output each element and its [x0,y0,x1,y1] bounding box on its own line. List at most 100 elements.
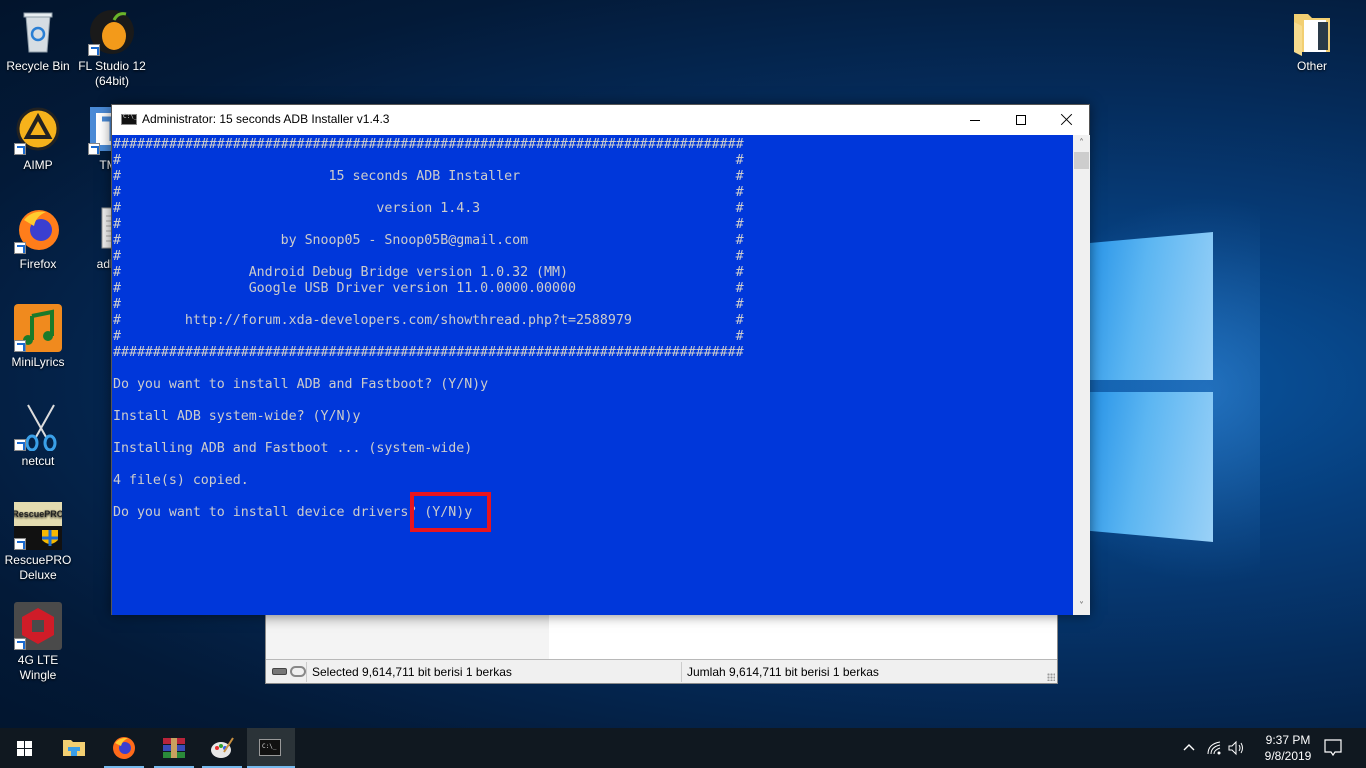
minimize-button[interactable] [952,105,998,135]
title-bar[interactable]: Administrator: 15 seconds ADB Installer … [112,105,1089,135]
navigation-pane[interactable] [266,611,549,661]
firefox-icon [14,206,62,254]
command-prompt-icon[interactable] [121,113,137,125]
minilyrics-icon [14,304,62,352]
console-line: 4 file(s) copied. [113,473,249,488]
console-line: # version 1.4.3 # [113,201,744,216]
desktop-icon-label: Firefox [19,257,57,271]
maximize-button[interactable] [998,105,1044,135]
taskbar-file-explorer[interactable] [50,728,98,768]
windows-logo-icon [17,741,33,756]
recycle-bin-icon [14,8,62,56]
console-text: ########################################… [113,137,744,521]
console-line: # http://forum.xda-developers.com/showth… [113,313,744,328]
file-explorer-window[interactable]: Selected 9,614,711 bit berisi 1 berkas J… [265,610,1058,684]
scroll-thumb[interactable] [1074,152,1089,169]
close-icon [1061,113,1073,125]
svg-text:RescuePRO: RescuePRO [14,509,62,519]
rescuepro-icon: RescuePRO [12,502,64,550]
highlight-annotation [410,492,491,532]
desktop-icon-label: AIMP [23,158,53,172]
aimp-icon [14,107,62,155]
console-output[interactable]: ########################################… [112,135,1073,615]
console-line: ########################################… [113,345,744,360]
console-line: ########################################… [113,137,744,152]
desktop-icon-firefox[interactable]: Firefox [0,206,76,272]
console-line: # by Snoop05 - Snoop05B@gmail.com # [113,233,744,248]
action-center-button[interactable] [1318,728,1348,768]
file-explorer-icon [63,740,85,756]
console-line: # 15 seconds ADB Installer # [113,169,744,184]
desktop-icon-fl-studio[interactable]: FL Studio 12 (64bit) [74,8,150,89]
console-line: # # [113,297,744,312]
desktop-icon-rescuepro[interactable]: RescuePRO RescuePRO Deluxe [0,502,76,583]
console-line: # # [113,249,744,264]
key-icon [290,666,306,677]
status-icons [272,666,308,678]
minimize-icon [970,120,980,121]
desktop-icon-label: RescuePRO Deluxe [4,553,72,582]
console-line: # # [113,217,744,232]
desktop-icon-minilyrics[interactable]: MiniLyrics [0,304,76,370]
firefox-icon [113,737,135,759]
volume-button[interactable] [1226,728,1248,768]
clock-time: 9:37 PM [1265,733,1311,747]
taskbar-command-prompt[interactable]: C:\_ [247,728,295,768]
speaker-icon [1228,740,1243,756]
vertical-scrollbar[interactable]: ˄ ˅ [1073,135,1090,615]
maximize-icon [1016,115,1026,125]
desktop-icon-label: netcut [21,454,55,468]
svg-text:C:\_: C:\_ [262,743,277,750]
scroll-up-button[interactable]: ˄ [1073,135,1090,152]
status-total: Jumlah 9,614,711 bit berisi 1 berkas [687,665,879,679]
desktop-icon-aimp[interactable]: AIMP [0,107,76,173]
clock[interactable]: 9:37 PM 9/8/2019 [1258,732,1318,764]
status-separator [681,662,682,682]
shortcut-arrow-icon [14,638,26,650]
console-line: # # [113,185,744,200]
wifi-icon [1207,741,1221,755]
resize-grip[interactable] [1047,673,1055,681]
console-window[interactable]: Administrator: 15 seconds ADB Installer … [111,104,1090,615]
desktop-icon-label: Other [1296,59,1327,73]
wallpaper-logo-pane-bottom [1080,392,1213,542]
chevron-up-icon [1183,744,1195,751]
desktop-icon-4g-lte-wingle[interactable]: 4G LTE Wingle [0,602,76,683]
network-button[interactable] [1204,728,1224,768]
taskbar-firefox[interactable] [100,728,148,768]
fl-studio-icon [88,8,136,56]
start-button[interactable] [0,728,48,768]
shortcut-arrow-icon [14,143,26,155]
desktop-icon-netcut[interactable]: netcut [0,403,76,469]
console-line: Installing ADB and Fastboot ... (system-… [113,441,473,456]
desktop-icon-other[interactable]: Other [1274,8,1350,74]
console-line: # # [113,329,744,344]
shortcut-arrow-icon [88,44,100,56]
folder-icon [1288,8,1336,56]
taskbar-winrar[interactable] [150,728,198,768]
wingle-icon [14,602,62,650]
taskbar-paint[interactable] [198,728,246,768]
scroll-down-button[interactable]: ˅ [1073,598,1090,615]
desktop-icon-label: FL Studio 12 (64bit) [78,59,146,88]
wallpaper-logo-pane-top [1080,232,1213,380]
shortcut-arrow-icon [88,143,100,155]
paint-palette-icon [211,737,234,758]
desktop-icon-recycle-bin[interactable]: Recycle Bin [0,8,76,74]
shortcut-arrow-icon [14,242,26,254]
shortcut-arrow-icon [14,439,26,451]
console-line: Install ADB system-wide? (Y/N)y [113,409,361,424]
console-line: # # [113,153,744,168]
close-button[interactable] [1044,105,1090,135]
show-hidden-icons-button[interactable] [1180,728,1198,768]
status-separator [306,662,307,682]
drive-icon [272,668,287,675]
notification-icon [1324,739,1342,757]
console-line: # Android Debug Bridge version 1.0.32 (M… [113,265,744,280]
console-line: Do you want to install ADB and Fastboot?… [113,377,489,392]
winrar-icon [163,738,185,758]
